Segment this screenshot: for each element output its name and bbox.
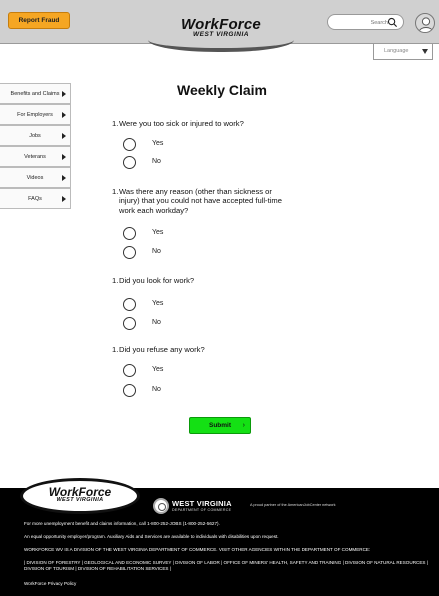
american-job-center-partner[interactable]: A proud partner of the AmericanJobCenter… (250, 503, 335, 507)
question-4: 1. Did you refuse any work? (112, 345, 291, 354)
radio-option-yes[interactable]: Yes (123, 298, 203, 311)
sidebar-item-benefits-and-claims[interactable]: Benefits and Claims (0, 83, 71, 104)
sidebar-item-faqs[interactable]: FAQs (0, 188, 71, 209)
chevron-down-icon (422, 49, 428, 54)
question-number: 1. (112, 187, 119, 196)
language-select[interactable]: Language (373, 44, 433, 60)
search-box[interactable] (327, 14, 404, 30)
page: Report Fraud WorkForce WEST VIRGINIA Lan… (0, 0, 439, 596)
user-avatar-icon[interactable] (415, 13, 435, 33)
caret-right-icon (62, 154, 66, 160)
report-fraud-button[interactable]: Report Fraud (8, 12, 70, 29)
footer-contact-text: For more unemployment benefit and claims… (24, 521, 220, 526)
submit-button[interactable]: Submit › (189, 417, 251, 434)
sidebar-item-label: Veterans (24, 154, 46, 160)
page-title: Weekly Claim (176, 82, 267, 98)
site-footer: WorkForce WEST VIRGINIA WEST VIRGINIA DE… (0, 478, 439, 596)
sidebar-nav: Benefits and Claims For Employers Jobs V… (0, 83, 71, 209)
radio-label: No (152, 158, 161, 165)
radio-label: Yes (152, 229, 164, 236)
workforce-logo[interactable]: WorkForce WEST VIRGINIA (148, 0, 294, 52)
chevron-right-icon: › (242, 422, 245, 429)
radio-option-no[interactable]: No (123, 156, 203, 169)
sidebar-item-label: Jobs (29, 133, 41, 139)
question-text: Were you too sick or injured to work? (119, 119, 244, 128)
question-number: 1. (112, 119, 119, 128)
radio-button[interactable] (123, 298, 136, 311)
question-2: 1. Was there any reason (other than sick… (112, 187, 291, 215)
caret-right-icon (62, 196, 66, 202)
sidebar-item-videos[interactable]: Videos (0, 167, 71, 188)
radio-label: No (152, 248, 161, 255)
search-icon[interactable] (387, 17, 398, 28)
footer-division-text: WORKFORCE WV IS A DIVISION OF THE WEST V… (24, 547, 371, 552)
radio-option-no[interactable]: No (123, 317, 203, 330)
radio-option-no[interactable]: No (123, 384, 203, 397)
radio-option-yes[interactable]: Yes (123, 227, 203, 240)
radio-button[interactable] (123, 384, 136, 397)
radio-option-yes[interactable]: Yes (123, 364, 203, 377)
footer-workforce-logo[interactable]: WorkForce WEST VIRGINIA (20, 478, 140, 514)
sidebar-item-jobs[interactable]: Jobs (0, 125, 71, 146)
caret-right-icon (62, 112, 66, 118)
radio-label: Yes (152, 140, 164, 147)
caret-right-icon (62, 91, 66, 97)
wv-seal-icon (153, 498, 169, 514)
caret-right-icon (62, 133, 66, 139)
radio-label: Yes (152, 366, 164, 373)
logo-sub-text: WEST VIRGINIA (193, 31, 249, 38)
submit-label: Submit (208, 422, 232, 429)
radio-button[interactable] (123, 227, 136, 240)
sidebar-item-veterans[interactable]: Veterans (0, 146, 71, 167)
radio-button[interactable] (123, 156, 136, 169)
radio-label: No (152, 386, 161, 393)
question-number: 1. (112, 276, 119, 285)
radio-option-no[interactable]: No (123, 246, 203, 259)
language-label: Language (384, 48, 409, 54)
radio-button[interactable] (123, 138, 136, 151)
radio-button[interactable] (123, 246, 136, 259)
question-3: 1. Did you look for work? (112, 276, 291, 285)
radio-option-yes[interactable]: Yes (123, 138, 203, 151)
question-1: 1. Were you too sick or injured to work? (112, 119, 291, 128)
radio-label: No (152, 319, 161, 326)
sidebar-item-label: Benefits and Claims (10, 91, 60, 97)
question-text: Did you look for work? (119, 276, 195, 285)
sidebar-item-label: Videos (26, 175, 44, 181)
question-text: Did you refuse any work? (119, 345, 205, 354)
footer-eeo-text: An equal opportunity employer/program. A… (24, 534, 279, 539)
search-input[interactable] (336, 17, 388, 28)
footer-agency-links[interactable]: | DIVISION OF FORESTRY | GEOLOGICAL AND … (24, 560, 434, 572)
footer-logo-sub: WEST VIRGINIA (56, 497, 104, 503)
question-number: 1. (112, 345, 119, 354)
radio-button[interactable] (123, 364, 136, 377)
sidebar-item-label: For Employers (17, 112, 53, 118)
footer-privacy-link[interactable]: WorkForce Privacy Policy (24, 581, 434, 587)
caret-right-icon (62, 175, 66, 181)
wv-commerce-brand[interactable]: WEST VIRGINIA (172, 499, 232, 508)
radio-label: Yes (152, 300, 164, 307)
wv-commerce-dept: DEPARTMENT OF COMMERCE (172, 508, 232, 512)
sidebar-item-for-employers[interactable]: For Employers (0, 104, 71, 125)
sidebar-item-label: FAQs (28, 196, 42, 202)
radio-button[interactable] (123, 317, 136, 330)
question-text: Was there any reason (other than sicknes… (119, 187, 282, 215)
